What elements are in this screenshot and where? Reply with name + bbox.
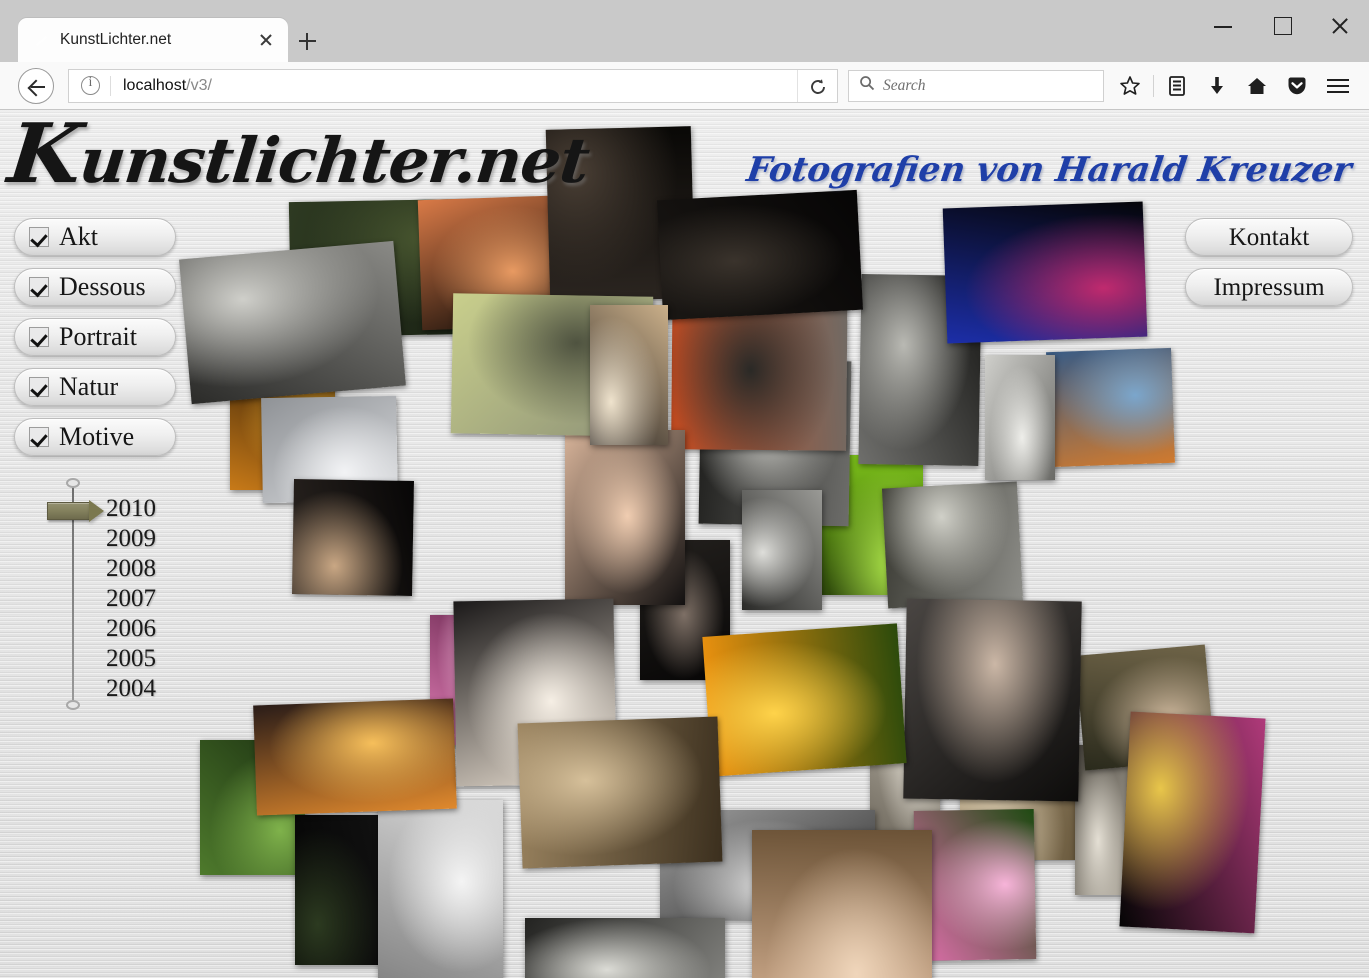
- url-bar[interactable]: localhost/v3/: [68, 68, 838, 103]
- new-tab-button[interactable]: [292, 26, 322, 56]
- photo-collage: [0, 110, 1369, 978]
- site-logo-rest: unstlichter.net: [76, 124, 593, 197]
- kontakt-button[interactable]: Kontakt: [1185, 218, 1353, 256]
- tab-title: KunstLichter.net: [60, 31, 172, 48]
- slider-track-bottom-cap: [66, 700, 80, 710]
- category-filters: Akt Dessous Portrait Natur Motive: [14, 218, 176, 468]
- photo-thumbnail[interactable]: [752, 830, 932, 978]
- photo-thumbnail[interactable]: [378, 800, 503, 978]
- filter-natur[interactable]: Natur: [14, 368, 176, 406]
- site-info-icon[interactable]: [81, 75, 100, 95]
- magnifier-icon: [859, 75, 875, 96]
- photo-thumbnail[interactable]: [292, 478, 414, 597]
- url-path: /v3/: [186, 76, 212, 94]
- reload-icon[interactable]: [797, 69, 837, 102]
- title-bar: KunstLichter.net: [0, 0, 1369, 62]
- year-2006[interactable]: 2006: [106, 614, 156, 644]
- home-icon[interactable]: [1237, 66, 1277, 106]
- site-actions: Kontakt Impressum: [1185, 218, 1353, 318]
- minimize-button[interactable]: [1195, 0, 1253, 52]
- kontakt-label: Kontakt: [1228, 223, 1310, 251]
- filter-label: Natur: [59, 372, 119, 401]
- photo-thumbnail[interactable]: [590, 305, 668, 445]
- slider-track-top-cap: [66, 478, 80, 488]
- checkbox-icon[interactable]: [29, 427, 49, 447]
- photo-thumbnail[interactable]: [702, 623, 907, 777]
- filter-portrait[interactable]: Portrait: [14, 318, 176, 356]
- menu-icon[interactable]: [1317, 66, 1359, 106]
- downloads-icon[interactable]: [1197, 66, 1237, 106]
- navigation-toolbar: localhost/v3/ Search: [0, 62, 1369, 110]
- checkbox-icon[interactable]: [29, 327, 49, 347]
- photographer-credit: Fotografien von Harald Kreuzer: [743, 150, 1354, 190]
- filter-label: Motive: [59, 422, 135, 451]
- photo-thumbnail[interactable]: [656, 189, 864, 321]
- year-2008[interactable]: 2008: [106, 554, 156, 584]
- checkbox-icon[interactable]: [29, 227, 49, 247]
- year-2010[interactable]: 2010: [106, 494, 156, 524]
- leaf-icon: [32, 31, 51, 50]
- impressum-button[interactable]: Impressum: [1185, 268, 1353, 306]
- filter-label: Dessous: [59, 272, 146, 301]
- toolbar-separator: [1153, 74, 1154, 97]
- photo-thumbnail[interactable]: [1119, 711, 1266, 934]
- photo-thumbnail[interactable]: [903, 598, 1082, 802]
- year-2004[interactable]: 2004: [106, 674, 156, 704]
- toolbar-icons: [1110, 66, 1359, 106]
- slider-handle[interactable]: [47, 500, 104, 522]
- filter-dessous[interactable]: Dessous: [14, 268, 176, 306]
- pocket-icon[interactable]: [1277, 66, 1317, 106]
- photo-thumbnail[interactable]: [913, 808, 1037, 962]
- photo-thumbnail[interactable]: [985, 355, 1055, 480]
- search-placeholder: Search: [883, 76, 926, 94]
- search-input[interactable]: Search: [848, 69, 1104, 102]
- site-logo: Kunstlichter.net: [4, 110, 593, 202]
- page-content: Kunstlichter.net Fotografien von Harald …: [0, 110, 1369, 978]
- photo-thumbnail[interactable]: [1046, 347, 1175, 468]
- close-tab-icon[interactable]: [254, 28, 278, 52]
- filter-motive[interactable]: Motive: [14, 418, 176, 456]
- filter-akt[interactable]: Akt: [14, 218, 176, 256]
- photo-thumbnail[interactable]: [295, 815, 390, 965]
- year-slider[interactable]: 2010 2009 2008 2007 2006 2005 2004: [44, 478, 194, 718]
- bookmark-star-icon[interactable]: [1110, 66, 1150, 106]
- photo-thumbnail[interactable]: [525, 918, 725, 978]
- year-2007[interactable]: 2007: [106, 584, 156, 614]
- browser-window: KunstLichter.net localhost/v3/: [0, 0, 1369, 978]
- year-list: 2010 2009 2008 2007 2006 2005 2004: [106, 494, 156, 704]
- filter-label: Portrait: [59, 322, 137, 351]
- photo-thumbnail[interactable]: [253, 698, 457, 816]
- close-window-button[interactable]: [1311, 0, 1369, 52]
- checkbox-icon[interactable]: [29, 277, 49, 297]
- filter-label: Akt: [59, 222, 98, 251]
- year-2009[interactable]: 2009: [106, 524, 156, 554]
- maximize-button[interactable]: [1253, 0, 1311, 52]
- year-2005[interactable]: 2005: [106, 644, 156, 674]
- checkbox-icon[interactable]: [29, 377, 49, 397]
- photo-thumbnail[interactable]: [742, 490, 822, 610]
- window-controls: [1195, 0, 1369, 52]
- library-icon[interactable]: [1157, 66, 1197, 106]
- tab-strip: KunstLichter.net: [0, 0, 1190, 62]
- photo-thumbnail[interactable]: [565, 430, 685, 605]
- browser-tab[interactable]: KunstLichter.net: [18, 18, 288, 62]
- photo-thumbnail[interactable]: [942, 201, 1148, 344]
- back-button[interactable]: [18, 67, 54, 104]
- impressum-label: Impressum: [1213, 273, 1325, 301]
- photo-thumbnail[interactable]: [881, 481, 1024, 609]
- photo-thumbnail[interactable]: [179, 240, 406, 405]
- url-host: localhost: [123, 76, 187, 94]
- photo-thumbnail[interactable]: [517, 716, 723, 869]
- url-text: localhost/v3/: [111, 77, 797, 95]
- site-logo-initial: K: [3, 110, 86, 202]
